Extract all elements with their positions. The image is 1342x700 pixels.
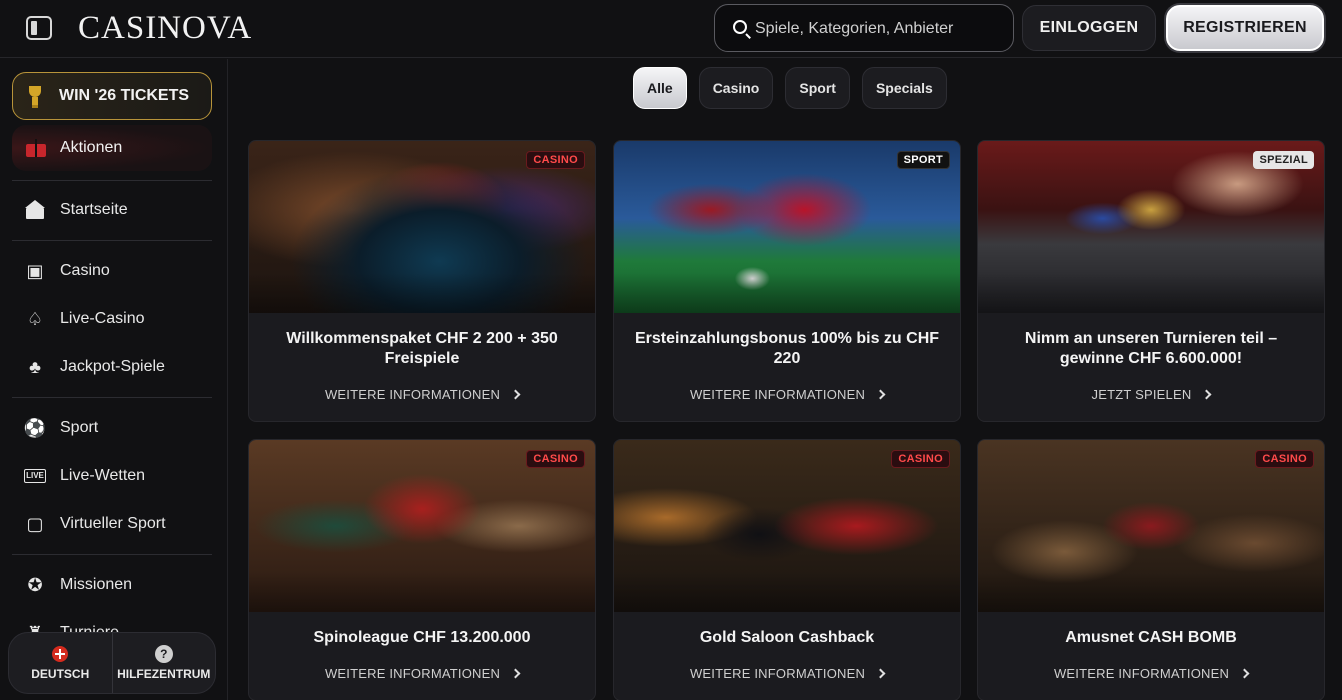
- gift-icon: [26, 139, 46, 157]
- chevron-right-icon: [875, 668, 886, 679]
- category-badge: CASINO: [891, 450, 950, 468]
- category-badge: CASINO: [526, 151, 585, 169]
- win-tickets-button[interactable]: WIN '26 TICKETS: [12, 72, 212, 120]
- promo-card[interactable]: CASINO Amusnet CASH BOMB WEITERE INFORMA…: [977, 439, 1325, 700]
- sidebar-item-label: Live-Wetten: [60, 467, 146, 484]
- login-button[interactable]: EINLOGGEN: [1022, 5, 1156, 51]
- chevron-right-icon: [510, 668, 521, 679]
- filter-specials[interactable]: Specials: [861, 67, 947, 109]
- help-center-button[interactable]: ? HILFEZENTRUM: [111, 633, 216, 693]
- soccer-ball-icon: ⚽: [23, 418, 47, 438]
- sidebar-divider: [12, 180, 212, 181]
- more-info-label: WEITERE INFORMATIONEN: [324, 666, 501, 681]
- search-icon: [733, 20, 747, 34]
- promo-image: CASINO: [249, 141, 595, 313]
- win-tickets-label: WIN '26 TICKETS: [59, 87, 190, 104]
- promo-card[interactable]: CASINO Spinoleague CHF 13.200.000 WEITER…: [248, 439, 596, 700]
- promo-title: Willkommenspaket CHF 2 200 + 350 Freispi…: [286, 330, 558, 367]
- casinova-logo[interactable]: CASINOVA: [78, 10, 252, 47]
- more-info-label: WEITERE INFORMATIONEN: [1053, 666, 1230, 681]
- category-badge: SPEZIAL: [1253, 151, 1314, 169]
- promo-title: Ersteinzahlungsbonus 100% bis zu CHF 220: [634, 330, 940, 367]
- filter-chips: Alle Casino Sport Specials: [633, 67, 947, 109]
- live-icon: LIVE: [24, 469, 46, 483]
- chevron-right-icon: [1239, 668, 1250, 679]
- promo-card[interactable]: SPEZIAL Nimm an unseren Turnieren teil –…: [977, 140, 1325, 422]
- more-info-link[interactable]: WEITERE INFORMATIONEN: [614, 387, 960, 402]
- promo-image: SPORT: [614, 141, 960, 313]
- more-info-link[interactable]: WEITERE INFORMATIONEN: [614, 666, 960, 681]
- chevron-right-icon: [875, 389, 886, 400]
- trophy-icon: [27, 86, 43, 108]
- promo-image: CASINO: [978, 440, 1324, 612]
- search-input[interactable]: [755, 17, 1005, 41]
- swiss-flag-icon: [52, 645, 69, 662]
- sidebar-item-live-wetten[interactable]: LIVE Live-Wetten: [12, 456, 212, 496]
- more-info-label: WEITERE INFORMATIONEN: [689, 666, 866, 681]
- sidebar-item-sport[interactable]: ⚽ Sport: [12, 408, 212, 448]
- sidebar-item-label: Live-Casino: [60, 310, 145, 327]
- play-now-label: JETZT SPIELEN: [1091, 387, 1192, 402]
- sidebar-divider: [12, 240, 212, 241]
- sidebar-item-label: Sport: [60, 419, 99, 436]
- search-box[interactable]: [714, 4, 1014, 52]
- sidebar-item-startseite[interactable]: Startseite: [12, 190, 212, 230]
- promo-image: CASINO: [614, 440, 960, 612]
- sidebar-item-label: Missionen: [60, 576, 133, 593]
- filter-sport[interactable]: Sport: [785, 67, 850, 109]
- language-button[interactable]: DEUTSCH: [9, 633, 112, 693]
- promo-title: Amusnet CASH BOMB: [1065, 629, 1237, 646]
- category-badge: CASINO: [1255, 450, 1314, 468]
- more-info-link[interactable]: WEITERE INFORMATIONEN: [978, 666, 1324, 681]
- more-info-link[interactable]: WEITERE INFORMATIONEN: [249, 666, 595, 681]
- slot-machine-icon: ▣: [26, 261, 44, 281]
- sidebar-item-label: Aktionen: [60, 139, 123, 156]
- language-label: DEUTSCH: [31, 666, 90, 681]
- promo-card[interactable]: CASINO Willkommenspaket CHF 2 200 + 350 …: [248, 140, 596, 422]
- sidebar-item-label: Startseite: [60, 201, 128, 218]
- promo-card[interactable]: CASINO Gold Saloon Cashback WEITERE INFO…: [613, 439, 961, 700]
- sidebar-item-label: Jackpot-Spiele: [60, 358, 165, 375]
- main-content: Alle Casino Sport Specials CASINO Willko…: [229, 59, 1342, 700]
- promo-title: Gold Saloon Cashback: [699, 629, 875, 646]
- category-badge: SPORT: [896, 151, 950, 169]
- more-info-label: WEITERE INFORMATIONEN: [324, 387, 501, 402]
- medal-icon: ✪: [27, 575, 43, 595]
- chevron-right-icon: [510, 389, 521, 400]
- help-icon: ?: [154, 645, 173, 663]
- sidebar-divider: [12, 397, 212, 398]
- chevron-right-icon: [1201, 389, 1212, 400]
- virtual-sport-icon: ▢: [26, 514, 44, 534]
- promo-title: Nimm an unseren Turnieren teil – gewinne…: [1024, 330, 1278, 367]
- filter-casino[interactable]: Casino: [698, 67, 774, 109]
- more-info-link[interactable]: WEITERE INFORMATIONEN: [249, 387, 595, 402]
- sidebar-bottom-bar: DEUTSCH ? HILFEZENTRUM: [8, 632, 216, 694]
- register-button[interactable]: REGISTRIEREN: [1166, 5, 1324, 51]
- filter-alle[interactable]: Alle: [633, 67, 687, 109]
- category-badge: CASINO: [526, 450, 585, 468]
- clover-icon: ♣: [29, 357, 41, 377]
- promo-card[interactable]: SPORT Ersteinzahlungsbonus 100% bis zu C…: [613, 140, 961, 422]
- sidebar-item-label: Virtueller Sport: [60, 515, 166, 532]
- sidebar-item-label: Casino: [60, 262, 110, 279]
- play-now-link[interactable]: JETZT SPIELEN: [978, 387, 1324, 402]
- live-casino-icon: ♤: [26, 309, 44, 329]
- sidebar: WIN '26 TICKETS Aktionen Startseite ▣ Ca…: [0, 59, 228, 700]
- home-icon: [24, 199, 46, 221]
- promo-image: CASINO: [249, 440, 595, 612]
- help-center-label: HILFEZENTRUM: [117, 667, 211, 681]
- sidebar-item-virtueller-sport[interactable]: ▢ Virtueller Sport: [12, 504, 212, 544]
- sidebar-item-jackpot-spiele[interactable]: ♣ Jackpot-Spiele: [12, 347, 212, 387]
- promo-image: SPEZIAL: [978, 141, 1324, 313]
- sidebar-item-casino[interactable]: ▣ Casino: [12, 251, 212, 291]
- sidebar-toggle-icon[interactable]: [26, 16, 52, 40]
- promo-title: Spinoleague CHF 13.200.000: [313, 629, 531, 646]
- more-info-label: WEITERE INFORMATIONEN: [689, 387, 866, 402]
- sidebar-item-missionen[interactable]: ✪ Missionen: [12, 565, 212, 605]
- sidebar-item-aktionen[interactable]: Aktionen: [12, 125, 212, 171]
- top-header: CASINOVA EINLOGGEN REGISTRIEREN: [0, 0, 1342, 58]
- sidebar-item-live-casino[interactable]: ♤ Live-Casino: [12, 299, 212, 339]
- sidebar-divider: [12, 554, 212, 555]
